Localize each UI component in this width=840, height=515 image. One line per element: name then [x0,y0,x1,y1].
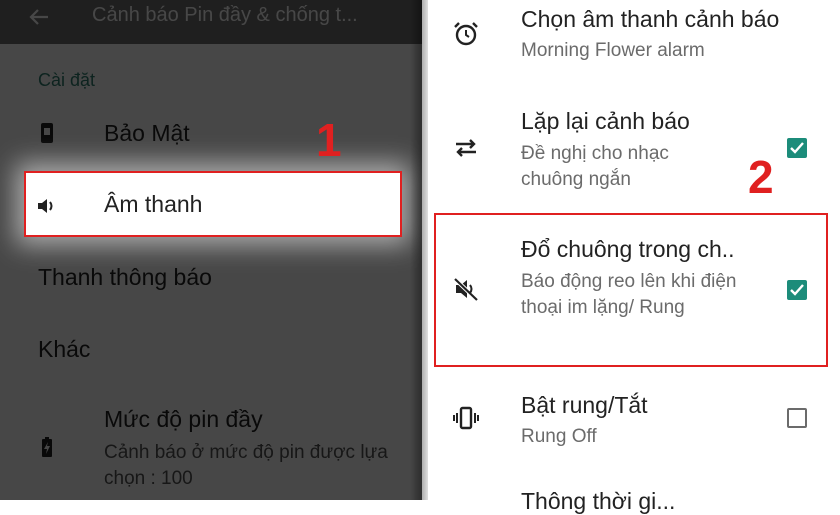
menu-item-full-battery-level[interactable]: Mức độ pin đầy Cảnh báo ở mức độ pin đượ… [0,396,422,500]
vibrate-checkbox[interactable] [787,408,807,428]
menu-item-subtitle: Cảnh báo ở mức độ pin được lựa chọn : 10… [104,442,388,489]
menu-item-label: Thanh thông báo [38,264,212,290]
menu-item-security[interactable]: Bảo Mật [0,110,422,160]
step-number-1: 1 [316,114,342,166]
check-icon [790,142,804,154]
setting-subtitle: Morning Flower alarm [521,40,705,61]
phone-lock-icon [41,123,53,143]
menu-item-label: Bảo Mật [104,120,190,146]
page-title: Cảnh báo Pin đầy & chống t... [92,4,358,26]
sound-settings-panel: Chọn âm thanh cảnh báo Morning Flower al… [428,0,840,514]
setting-title: Đổ chuông trong ch.. [521,236,735,262]
repeat-icon [456,139,476,157]
setting-title: Thông thời gi... [521,488,676,514]
speaker-icon [38,199,53,213]
vibrate-icon [453,406,479,430]
setting-subtitle: Báo động reo lên khi điện thoại im lặng/… [521,271,737,318]
step-number-2: 2 [748,151,774,203]
section-header: Cài đặt [38,70,96,90]
repeat-alarm-checkbox[interactable] [787,138,807,158]
setting-title: Lặp lại cảnh báo [521,108,690,134]
alarm-clock-icon [454,22,478,46]
menu-item-other[interactable]: Khác [0,322,422,378]
setting-subtitle: Đề nghị cho nhạc chuông ngắn [521,143,669,190]
menu-item-notification-bar[interactable]: Thanh thông báo [0,250,422,306]
setting-subtitle: Rung Off [521,426,597,447]
app-bar: Cảnh báo Pin đầy & chống t... [0,0,422,44]
settings-menu-panel: Cảnh báo Pin đầy & chống t... Cài đặt Bả… [0,0,422,500]
setting-title: Chọn âm thanh cảnh báo [521,6,780,32]
volume-off-icon [453,277,479,302]
check-icon [790,284,804,296]
menu-item-label: Âm thanh [104,191,203,217]
menu-item-sound[interactable]: Âm thanh [24,171,402,237]
setting-title: Bật rung/Tắt [521,392,648,418]
menu-item-label: Mức độ pin đầy [104,406,263,432]
menu-item-label: Khác [38,336,91,362]
ring-in-silent-checkbox[interactable] [787,280,807,300]
battery-charging-icon [42,437,52,457]
back-arrow-icon[interactable] [28,6,50,28]
